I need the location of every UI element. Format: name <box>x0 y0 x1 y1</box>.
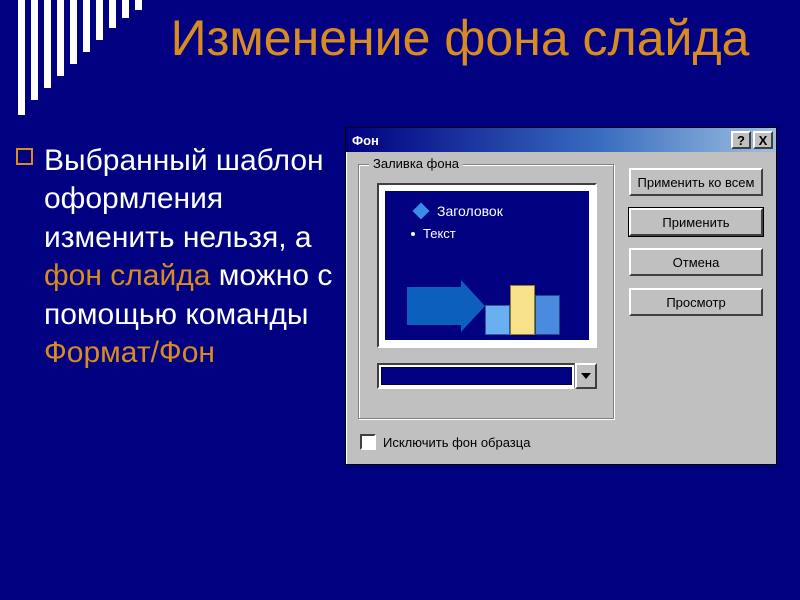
dialog-title: Фон <box>352 133 729 148</box>
dialog-body: Заливка фона Заголовок Текст <box>346 152 776 464</box>
color-dropdown[interactable] <box>377 363 597 389</box>
chevron-down-icon <box>581 373 591 379</box>
slide-preview: Заголовок Текст <box>377 183 597 348</box>
color-swatch <box>377 363 575 389</box>
decorative-stripes <box>18 0 158 115</box>
bar-icon <box>485 305 510 335</box>
bullet-marker-icon <box>16 148 33 165</box>
arrow-head-icon <box>461 280 485 332</box>
dropdown-arrow-button[interactable] <box>575 363 597 389</box>
fill-groupbox: Заливка фона Заголовок Текст <box>358 164 614 419</box>
apply-all-button[interactable]: Применить ко всем <box>629 168 763 196</box>
dialog-titlebar[interactable]: Фон ? X <box>346 128 776 152</box>
chart-graphic <box>407 265 565 335</box>
bullet-item: Выбранный шаблон оформления изменить нел… <box>16 142 336 372</box>
apply-button[interactable]: Применить <box>629 208 763 236</box>
slide-title: Изменение фона слайда <box>160 12 760 65</box>
text-highlight: фон слайда <box>44 259 210 292</box>
exclude-master-row: Исключить фон образца <box>360 434 530 450</box>
preview-button[interactable]: Просмотр <box>629 288 763 316</box>
groupbox-label: Заливка фона <box>369 156 463 171</box>
presentation-slide: Изменение фона слайда Выбранный шаблон о… <box>0 0 800 600</box>
thumb-title: Заголовок <box>437 203 503 219</box>
exclude-master-checkbox[interactable] <box>360 434 376 450</box>
slide-thumbnail: Заголовок Текст <box>385 191 589 340</box>
thumb-text: Текст <box>423 226 456 241</box>
text-part: Выбранный шаблон оформления изменить нел… <box>44 144 324 254</box>
help-button[interactable]: ? <box>731 131 751 149</box>
bar-icon <box>535 295 560 335</box>
text-highlight: Формат/Фон <box>44 336 215 369</box>
close-button[interactable]: X <box>753 131 773 149</box>
bar-icon <box>510 285 535 335</box>
bullet-dot-icon <box>411 232 415 236</box>
cancel-button[interactable]: Отмена <box>629 248 763 276</box>
background-dialog: Фон ? X Заливка фона Заголовок Текст <box>345 127 777 465</box>
bullet-text: Выбранный шаблон оформления изменить нел… <box>44 142 336 372</box>
checkbox-label: Исключить фон образца <box>383 435 530 450</box>
arrow-shape-icon <box>407 287 461 325</box>
current-color <box>381 367 572 385</box>
diamond-icon <box>413 203 430 220</box>
